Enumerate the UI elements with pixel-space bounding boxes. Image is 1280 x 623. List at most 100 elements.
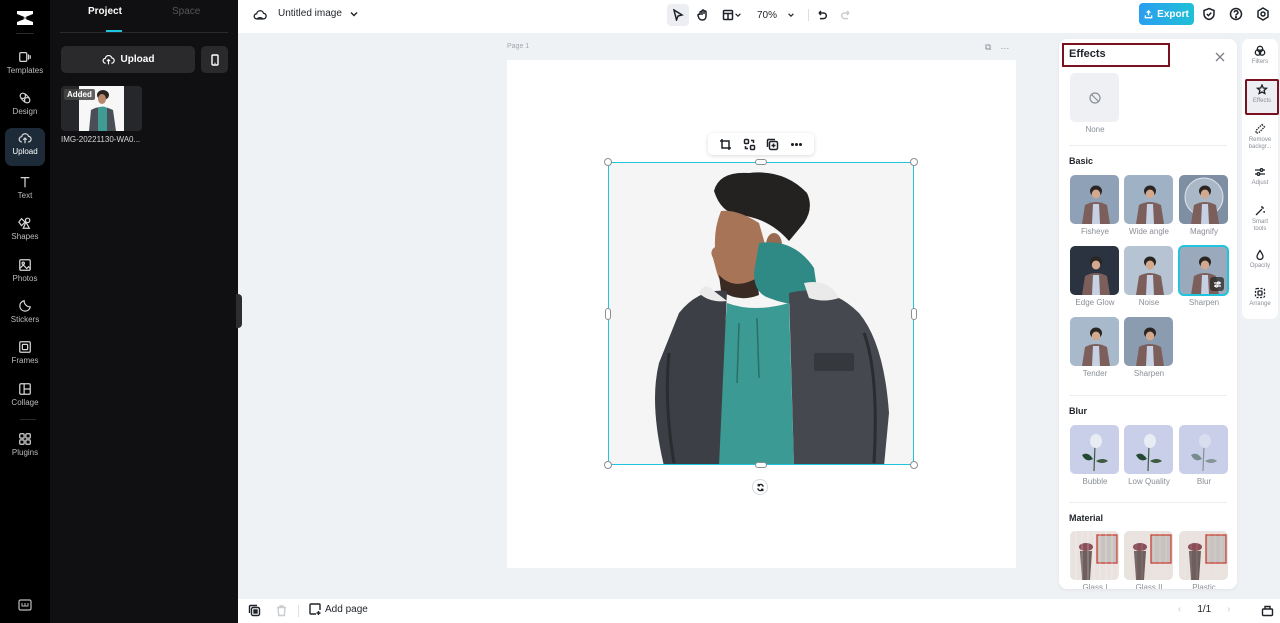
resize-handle-bottom[interactable]	[755, 462, 767, 468]
divider	[1069, 395, 1227, 396]
crop-button[interactable]	[719, 138, 732, 151]
tab-project[interactable]: Project	[88, 6, 122, 17]
effect-label: Fisheye	[1080, 227, 1109, 236]
duplicate-page-button[interactable]	[248, 604, 261, 617]
design-icon	[19, 92, 31, 104]
delete-page-button[interactable]	[275, 604, 288, 617]
effect-thumbnail	[1070, 175, 1119, 224]
upload-from-phone-button[interactable]	[201, 46, 228, 73]
prop-smart-tools[interactable]: Smart tools	[1243, 205, 1277, 233]
rotate-handle[interactable]	[752, 479, 768, 495]
left-rail: Templates Design Upload Text Shapes Phot…	[0, 0, 50, 623]
effect-item[interactable]: Glass I	[1070, 531, 1120, 589]
arrange-icon	[1254, 287, 1266, 299]
resize-handle-top-right[interactable]	[910, 158, 918, 166]
rail-item-design[interactable]: Design	[5, 88, 45, 126]
hand-tool[interactable]	[693, 4, 713, 26]
effect-item[interactable]: Glass II	[1124, 531, 1174, 589]
shield-button[interactable]	[1202, 7, 1216, 21]
export-button[interactable]: Export	[1139, 3, 1194, 25]
resize-handle-left[interactable]	[605, 308, 611, 320]
duplicate-page-icon[interactable]: ⧉	[985, 42, 991, 53]
asset-name: IMG-20221130-WA0...	[61, 135, 141, 144]
chevron-down-icon[interactable]	[349, 9, 359, 19]
rail-item-text[interactable]: Text	[5, 172, 45, 210]
prop-opacity[interactable]: Opacity	[1243, 249, 1277, 270]
redo-button[interactable]	[837, 4, 855, 26]
next-page-button[interactable]: ›	[1227, 604, 1230, 615]
effect-item[interactable]: Sharpen	[1124, 317, 1174, 378]
rail-item-shapes[interactable]: Shapes	[5, 213, 45, 251]
divider	[298, 605, 299, 617]
section-title-material: Material	[1069, 513, 1104, 523]
rail-item-upload[interactable]: Upload	[5, 128, 45, 166]
opacity-icon	[1256, 249, 1264, 261]
more-options-button[interactable]	[790, 138, 803, 151]
rail-item-photos[interactable]: Photos	[5, 255, 45, 293]
prop-adjust[interactable]: Adjust	[1243, 166, 1277, 187]
duplicate-icon	[767, 138, 779, 150]
selected-image[interactable]	[608, 162, 914, 465]
capcut-logo-icon[interactable]	[13, 6, 37, 30]
add-page-button[interactable]: Add page	[309, 603, 368, 615]
effect-item[interactable]: Tender	[1070, 317, 1120, 378]
effect-thumbnail	[1124, 175, 1173, 224]
effect-item[interactable]: Sharpen	[1178, 245, 1229, 307]
effect-item[interactable]: Bubble	[1070, 425, 1120, 486]
effect-item[interactable]: Wide angle	[1124, 175, 1174, 236]
layout-dropdown[interactable]	[719, 4, 745, 26]
resize-handle-bottom-left[interactable]	[604, 461, 612, 469]
duplicate-button[interactable]	[766, 138, 779, 151]
cloud-sync-icon[interactable]	[253, 8, 267, 22]
divider	[16, 33, 34, 34]
gear-icon	[1257, 7, 1269, 21]
rail-item-templates[interactable]: Templates	[5, 47, 45, 85]
prop-effects[interactable]: Effects	[1245, 79, 1279, 115]
effect-settings-button[interactable]	[1210, 277, 1224, 291]
cloud-upload-icon	[102, 54, 115, 65]
remove-background-icon	[1255, 123, 1266, 134]
upload-button[interactable]: Upload	[61, 46, 195, 73]
undo-button[interactable]	[813, 4, 831, 26]
previous-page-button[interactable]: ‹	[1178, 604, 1181, 615]
resize-handle-right[interactable]	[911, 308, 917, 320]
add-page-icon	[309, 603, 321, 615]
asset-thumbnail[interactable]: Added	[61, 86, 142, 131]
page-label: Page 1	[507, 43, 530, 50]
prop-arrange[interactable]: Arrange	[1243, 287, 1277, 308]
effect-label: Magnify	[1189, 227, 1218, 236]
effect-label: Noise	[1138, 298, 1160, 307]
close-effects-button[interactable]	[1215, 49, 1225, 62]
select-tool[interactable]	[667, 4, 689, 26]
resize-handle-top-left[interactable]	[604, 158, 612, 166]
keyboard-shortcuts-icon[interactable]	[18, 599, 32, 611]
effect-none[interactable]: None	[1070, 73, 1120, 134]
prop-remove-background[interactable]: Remove backgr...	[1243, 123, 1277, 151]
zoom-dropdown[interactable]: 70%	[754, 4, 798, 26]
rail-item-collage[interactable]: Collage	[5, 379, 45, 417]
collapse-panel-handle[interactable]	[236, 294, 242, 328]
effect-item[interactable]: Blur	[1179, 425, 1229, 486]
document-title[interactable]: Untitled image	[278, 8, 342, 19]
help-button[interactable]	[1229, 7, 1243, 21]
shield-check-icon	[1203, 7, 1215, 21]
resize-handle-top[interactable]	[755, 159, 767, 165]
effect-item[interactable]: Fisheye	[1070, 175, 1120, 236]
settings-button[interactable]	[1256, 7, 1270, 21]
help-icon	[1229, 7, 1243, 21]
page-manager-button[interactable]	[1261, 604, 1274, 617]
rail-item-stickers[interactable]: Stickers	[5, 296, 45, 334]
more-icon[interactable]: ···	[1000, 43, 1009, 53]
rail-item-plugins[interactable]: Plugins	[5, 429, 45, 467]
effect-item[interactable]: Edge Glow	[1070, 246, 1120, 307]
effect-item[interactable]: Plastic	[1179, 531, 1229, 589]
rail-item-frames[interactable]: Frames	[5, 337, 45, 375]
effect-item[interactable]: Noise	[1124, 246, 1174, 307]
tab-space[interactable]: Space	[172, 6, 200, 17]
prop-filters[interactable]: Filters	[1243, 45, 1277, 66]
effect-item[interactable]: Magnify	[1179, 175, 1229, 236]
effect-item[interactable]: Low Quality	[1124, 425, 1174, 486]
more-icon	[790, 142, 802, 146]
resize-handle-bottom-right[interactable]	[910, 461, 918, 469]
replace-button[interactable]	[743, 138, 756, 151]
